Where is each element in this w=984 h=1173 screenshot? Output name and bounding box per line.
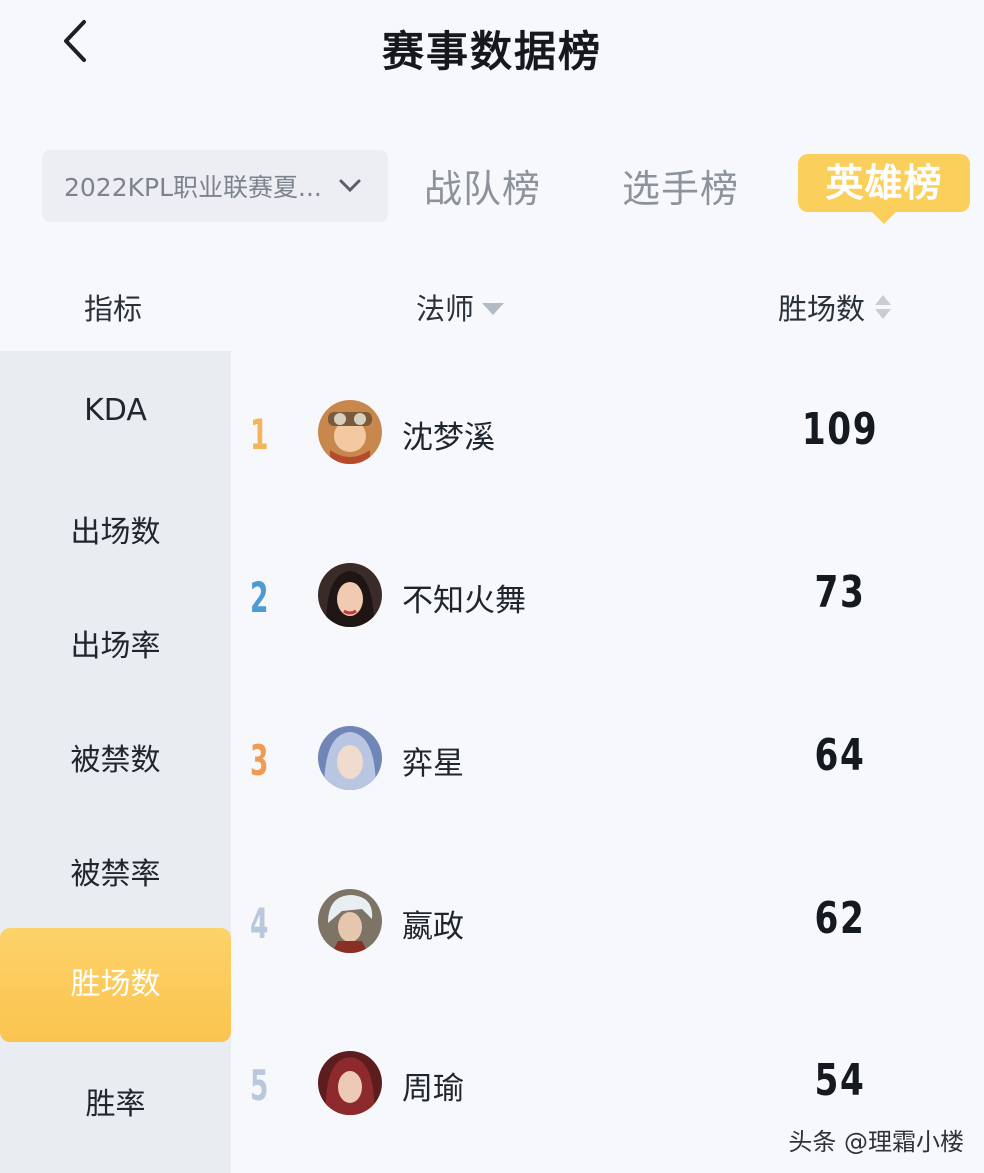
- metric-win-rate[interactable]: 胜率: [0, 1079, 231, 1123]
- tab-team-ranking[interactable]: 战队榜: [424, 158, 541, 213]
- metric-wins[interactable]: 胜场数: [0, 928, 231, 1042]
- win-count: 73: [814, 567, 866, 618]
- hero-buzhihuowu-avatar: [318, 563, 382, 627]
- rank-number: 3: [250, 736, 269, 785]
- hero-name: 不知火舞: [402, 583, 526, 619]
- rank-number: 2: [250, 573, 269, 622]
- ranking-row[interactable]: 3 弈星 64: [240, 726, 984, 806]
- hero-shenmengxi-avatar: [318, 400, 382, 464]
- hero-yixing-avatar: [318, 726, 382, 790]
- ranking-row[interactable]: 4 嬴政 62: [240, 889, 984, 969]
- hero-name: 沈梦溪: [402, 420, 495, 456]
- wins-sort-header[interactable]: 胜场数: [778, 286, 892, 328]
- rank-number: 5: [250, 1061, 269, 1110]
- rank-number: 1: [250, 410, 269, 459]
- season-select-value: 2022KPL职业联赛夏...: [64, 173, 322, 202]
- win-count: 54: [814, 1055, 866, 1106]
- hero-zhouyu-avatar: [318, 1051, 382, 1115]
- metric-appearances[interactable]: 出场数: [0, 507, 231, 551]
- watermark: 头条 @理霜小楼: [788, 1128, 964, 1156]
- metric-bans[interactable]: 被禁数: [0, 735, 231, 779]
- wins-column-label: 胜场数: [778, 292, 866, 326]
- metric-sidebar: KDA 出场数 出场率 被禁数 被禁率 胜场数 胜率: [0, 351, 231, 1173]
- win-count: 62: [814, 893, 866, 944]
- role-filter[interactable]: 法师: [416, 286, 505, 328]
- ranking-row[interactable]: 5 周瑜 54: [240, 1051, 984, 1131]
- hero-name: 嬴政: [402, 909, 464, 945]
- tab-hero-ranking[interactable]: 英雄榜: [798, 154, 970, 224]
- dropdown-triangle-icon: [482, 303, 505, 315]
- ranking-row[interactable]: 1 沈梦溪 109: [240, 400, 984, 480]
- role-filter-label: 法师: [416, 292, 475, 326]
- metric-appearance-rate[interactable]: 出场率: [0, 621, 231, 665]
- page-title: 赛事数据榜: [381, 27, 602, 76]
- metric-kda[interactable]: KDA: [0, 393, 231, 428]
- hero-name: 周瑜: [402, 1071, 464, 1107]
- hero-name: 弈星: [402, 746, 464, 782]
- metric-column-header: 指标: [84, 292, 143, 326]
- ranking-row[interactable]: 2 不知火舞 73: [240, 563, 984, 643]
- season-select[interactable]: 2022KPL职业联赛夏...: [42, 150, 388, 222]
- metric-ban-rate[interactable]: 被禁率: [0, 849, 231, 893]
- rank-number: 4: [250, 899, 269, 948]
- win-count: 64: [814, 730, 866, 781]
- chevron-down-icon: [339, 179, 361, 193]
- win-count: 109: [801, 404, 879, 455]
- hero-yingzheng-avatar: [318, 889, 382, 953]
- tab-player-ranking[interactable]: 选手榜: [622, 158, 739, 213]
- sort-icon: [875, 295, 892, 319]
